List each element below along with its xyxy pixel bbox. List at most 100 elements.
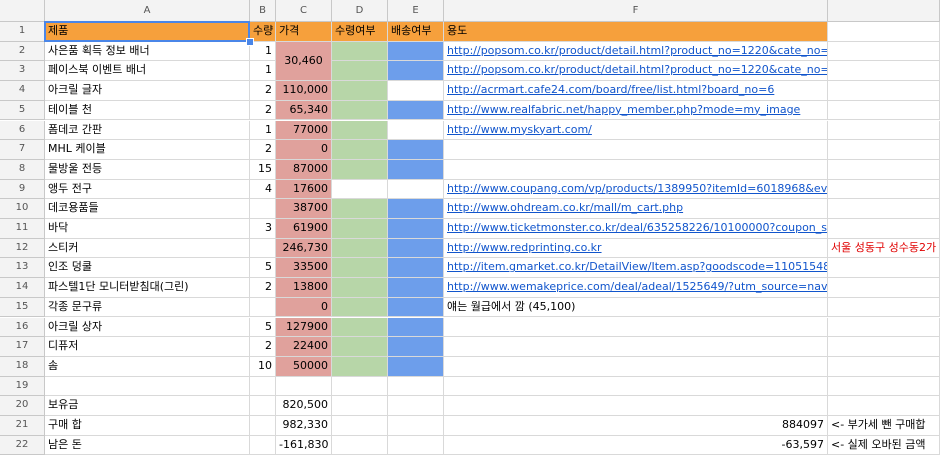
received-status-cell[interactable] (332, 317, 388, 338)
empty-cell[interactable] (250, 416, 276, 436)
received-status-cell[interactable] (332, 258, 388, 279)
shipping-status-cell[interactable] (388, 179, 444, 200)
column-header-e[interactable]: E (388, 0, 444, 22)
shipping-status-cell[interactable] (388, 100, 444, 121)
column-header-g[interactable] (828, 0, 940, 22)
empty-cell[interactable] (332, 416, 388, 436)
received-status-cell[interactable] (332, 61, 388, 82)
price-cell[interactable]: 13800 (276, 278, 332, 298)
empty-cell[interactable] (388, 376, 444, 397)
quantity-cell[interactable]: 15 (250, 159, 276, 180)
empty-cell[interactable] (250, 376, 276, 397)
price-cell[interactable]: 246,730 (276, 238, 332, 259)
empty-cell[interactable] (332, 396, 388, 416)
empty-cell[interactable] (276, 376, 332, 397)
empty-cell[interactable] (388, 435, 444, 456)
product-name-cell[interactable]: 인조 덩쿨 (45, 258, 250, 279)
quantity-cell[interactable] (250, 297, 276, 318)
shipping-status-cell[interactable] (388, 356, 444, 377)
summary-computed-value[interactable]: 884097 (444, 416, 828, 436)
product-name-cell[interactable]: 파스텔1단 모니터받침대(그린) (45, 278, 250, 298)
product-name-cell[interactable]: 사은품 획득 정보 배너 (45, 41, 250, 62)
price-cell[interactable]: 61900 (276, 219, 332, 239)
row-header-8[interactable]: 8 (0, 159, 45, 180)
summary-label[interactable]: 구매 합 (45, 416, 250, 436)
price-cell[interactable]: 87000 (276, 159, 332, 180)
shipping-status-cell[interactable] (388, 219, 444, 239)
shipping-status-cell[interactable] (388, 258, 444, 279)
row-header-16[interactable]: 16 (0, 317, 45, 338)
product-name-cell[interactable]: 앵두 전구 (45, 179, 250, 200)
usage-cell[interactable] (444, 356, 828, 377)
cell-g9[interactable] (828, 179, 940, 200)
summary-amount[interactable]: -161,830 (276, 435, 332, 456)
cell-g16[interactable] (828, 317, 940, 338)
row-header-19[interactable]: 19 (0, 376, 45, 397)
shipping-status-cell[interactable] (388, 61, 444, 82)
row-header-21[interactable]: 21 (0, 416, 45, 436)
empty-cell[interactable] (332, 435, 388, 456)
quantity-cell[interactable]: 2 (250, 278, 276, 298)
received-status-cell[interactable] (332, 41, 388, 62)
column-header-a[interactable]: A (45, 0, 250, 22)
price-cell[interactable]: 38700 (276, 199, 332, 219)
row-header-12[interactable]: 12 (0, 238, 45, 259)
purchase-link[interactable]: http://www.coupang.com/vp/products/13899… (444, 179, 828, 200)
row-header-13[interactable]: 13 (0, 258, 45, 279)
purchase-link[interactable]: http://www.wemakeprice.com/deal/adeal/15… (444, 278, 828, 298)
product-name-cell[interactable]: 페이스북 이벤트 배너 (45, 61, 250, 82)
usage-cell[interactable] (444, 159, 828, 180)
purchase-link[interactable]: http://www.ticketmonster.co.kr/deal/6352… (444, 219, 828, 239)
quantity-cell[interactable]: 3 (250, 219, 276, 239)
shipping-status-cell[interactable] (388, 317, 444, 338)
row-header-7[interactable]: 7 (0, 140, 45, 160)
product-name-cell[interactable]: 폼데코 간판 (45, 120, 250, 141)
quantity-cell[interactable]: 10 (250, 356, 276, 377)
quantity-cell[interactable]: 5 (250, 317, 276, 338)
row-header-10[interactable]: 10 (0, 199, 45, 219)
shipping-status-cell[interactable] (388, 120, 444, 141)
header-cell-f[interactable]: 용도 (444, 22, 828, 42)
price-cell[interactable]: 0 (276, 140, 332, 160)
price-cell-merged[interactable]: 30,460 (276, 41, 332, 82)
summary-note[interactable]: <- 부가세 뺀 구매합 (828, 416, 940, 436)
received-status-cell[interactable] (332, 199, 388, 219)
row-header-15[interactable]: 15 (0, 297, 45, 318)
summary-computed-value[interactable] (444, 396, 828, 416)
received-status-cell[interactable] (332, 356, 388, 377)
quantity-cell[interactable]: 2 (250, 140, 276, 160)
product-name-cell[interactable]: 각종 문구류 (45, 297, 250, 318)
price-cell[interactable]: 50000 (276, 356, 332, 377)
quantity-cell[interactable] (250, 199, 276, 219)
row-header-4[interactable]: 4 (0, 81, 45, 101)
cell-g15[interactable] (828, 297, 940, 318)
price-cell[interactable]: 0 (276, 297, 332, 318)
quantity-cell[interactable] (250, 238, 276, 259)
price-cell[interactable]: 22400 (276, 337, 332, 357)
received-status-cell[interactable] (332, 297, 388, 318)
cell-g11[interactable] (828, 219, 940, 239)
cell-g5[interactable] (828, 100, 940, 121)
usage-cell[interactable] (444, 140, 828, 160)
price-cell[interactable]: 17600 (276, 179, 332, 200)
product-name-cell[interactable]: 솜 (45, 356, 250, 377)
cell-g3[interactable] (828, 61, 940, 82)
price-cell[interactable]: 33500 (276, 258, 332, 279)
product-name-cell[interactable]: 아크릴 글자 (45, 81, 250, 101)
product-name-cell[interactable]: MHL 케이블 (45, 140, 250, 160)
cell-g4[interactable] (828, 81, 940, 101)
empty-cell[interactable] (828, 376, 940, 397)
cell-g14[interactable] (828, 278, 940, 298)
purchase-link[interactable]: http://www.myskyart.com/ (444, 120, 828, 141)
price-cell[interactable]: 110,000 (276, 81, 332, 101)
received-status-cell[interactable] (332, 140, 388, 160)
shipping-status-cell[interactable] (388, 81, 444, 101)
cell-g8[interactable] (828, 159, 940, 180)
empty-cell[interactable] (444, 376, 828, 397)
header-cell-e[interactable]: 배송여부 (388, 22, 444, 42)
usage-cell[interactable] (444, 317, 828, 338)
received-status-cell[interactable] (332, 179, 388, 200)
empty-cell[interactable] (388, 396, 444, 416)
row-header-14[interactable]: 14 (0, 278, 45, 298)
received-status-cell[interactable] (332, 238, 388, 259)
